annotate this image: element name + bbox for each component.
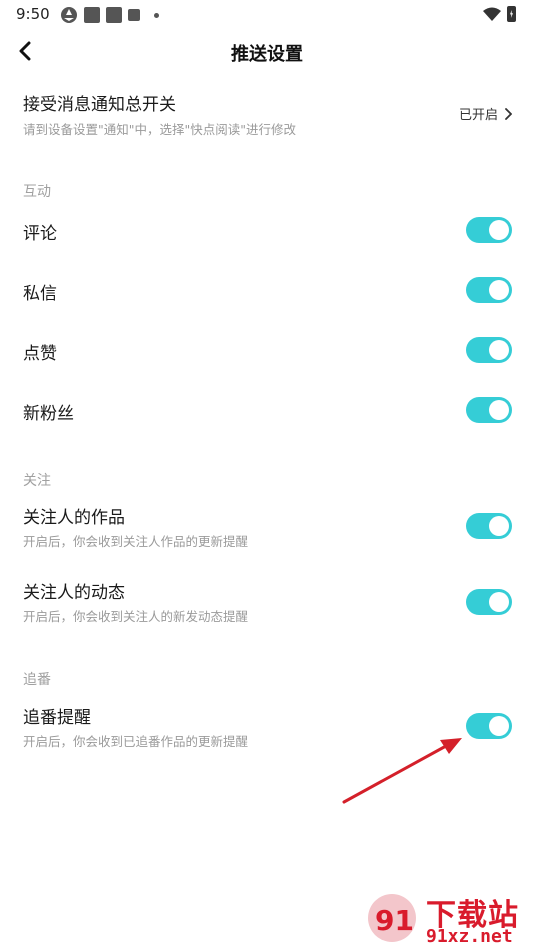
master-switch-title: 接受消息通知总开关	[23, 95, 176, 115]
toggle-knob	[489, 280, 509, 300]
toggle-knob	[489, 716, 509, 736]
toggle-knob	[489, 220, 509, 240]
row-title-followed-updates: 关注人的动态	[23, 583, 125, 603]
comments-toggle[interactable]	[466, 217, 512, 243]
wifi-icon	[483, 7, 501, 21]
site-watermark: 91 下载站 91xz.net	[360, 888, 534, 950]
row-title-followed-works: 关注人的作品	[23, 508, 125, 528]
followed-updates-toggle[interactable]	[466, 589, 512, 615]
new-followers-toggle[interactable]	[466, 397, 512, 423]
battery-charging-icon	[507, 6, 516, 22]
row-title-comments: 评论	[23, 224, 57, 244]
master-switch-status-text: 已开启	[458, 108, 498, 123]
app-square-icon	[106, 7, 122, 23]
watermark-logo-icon: 91	[368, 894, 416, 942]
status-time: 9:50	[16, 5, 50, 23]
master-switch-status[interactable]: 已开启	[459, 104, 512, 123]
chevron-right-icon	[505, 107, 512, 120]
row-title-series-reminder: 追番提醒	[23, 708, 91, 728]
row-title-likes: 点赞	[23, 344, 57, 364]
page-title: 推送设置	[231, 44, 303, 65]
toggle-knob	[489, 340, 509, 360]
likes-toggle[interactable]	[466, 337, 512, 363]
messages-toggle[interactable]	[466, 277, 512, 303]
toggle-knob	[489, 516, 509, 536]
row-subtitle-series-reminder: 开启后，你会收到已追番作品的更新提醒	[23, 734, 249, 749]
row-subtitle-followed-works: 开启后，你会收到关注人作品的更新提醒	[23, 534, 249, 549]
top-app-bar: 推送设置	[0, 28, 534, 74]
toggle-knob	[489, 400, 509, 420]
watermark-domain: 91xz.net	[426, 926, 513, 947]
system-icons	[483, 6, 516, 22]
app-square-icon	[128, 9, 140, 21]
master-switch-subtitle: 请到设备设置"通知"中，选择"快点阅读"进行修改	[23, 122, 296, 137]
row-title-messages: 私信	[23, 284, 57, 304]
app-square-icon	[84, 7, 100, 23]
svg-text:91: 91	[375, 904, 414, 937]
series-reminder-toggle[interactable]	[466, 713, 512, 739]
more-dot-icon	[154, 12, 159, 18]
section-label-following: 关注	[23, 473, 51, 489]
status-bar: 9:50	[0, 0, 534, 28]
section-label-series: 追番	[23, 672, 51, 688]
row-subtitle-followed-updates: 开启后，你会收到关注人的新发动态提醒	[23, 609, 249, 624]
row-title-new-followers: 新粉丝	[23, 404, 74, 424]
aperture-icon	[61, 7, 77, 23]
notification-icons	[60, 6, 159, 24]
section-label-interaction: 互动	[23, 184, 51, 200]
followed-works-toggle[interactable]	[466, 513, 512, 539]
toggle-knob	[489, 592, 509, 612]
